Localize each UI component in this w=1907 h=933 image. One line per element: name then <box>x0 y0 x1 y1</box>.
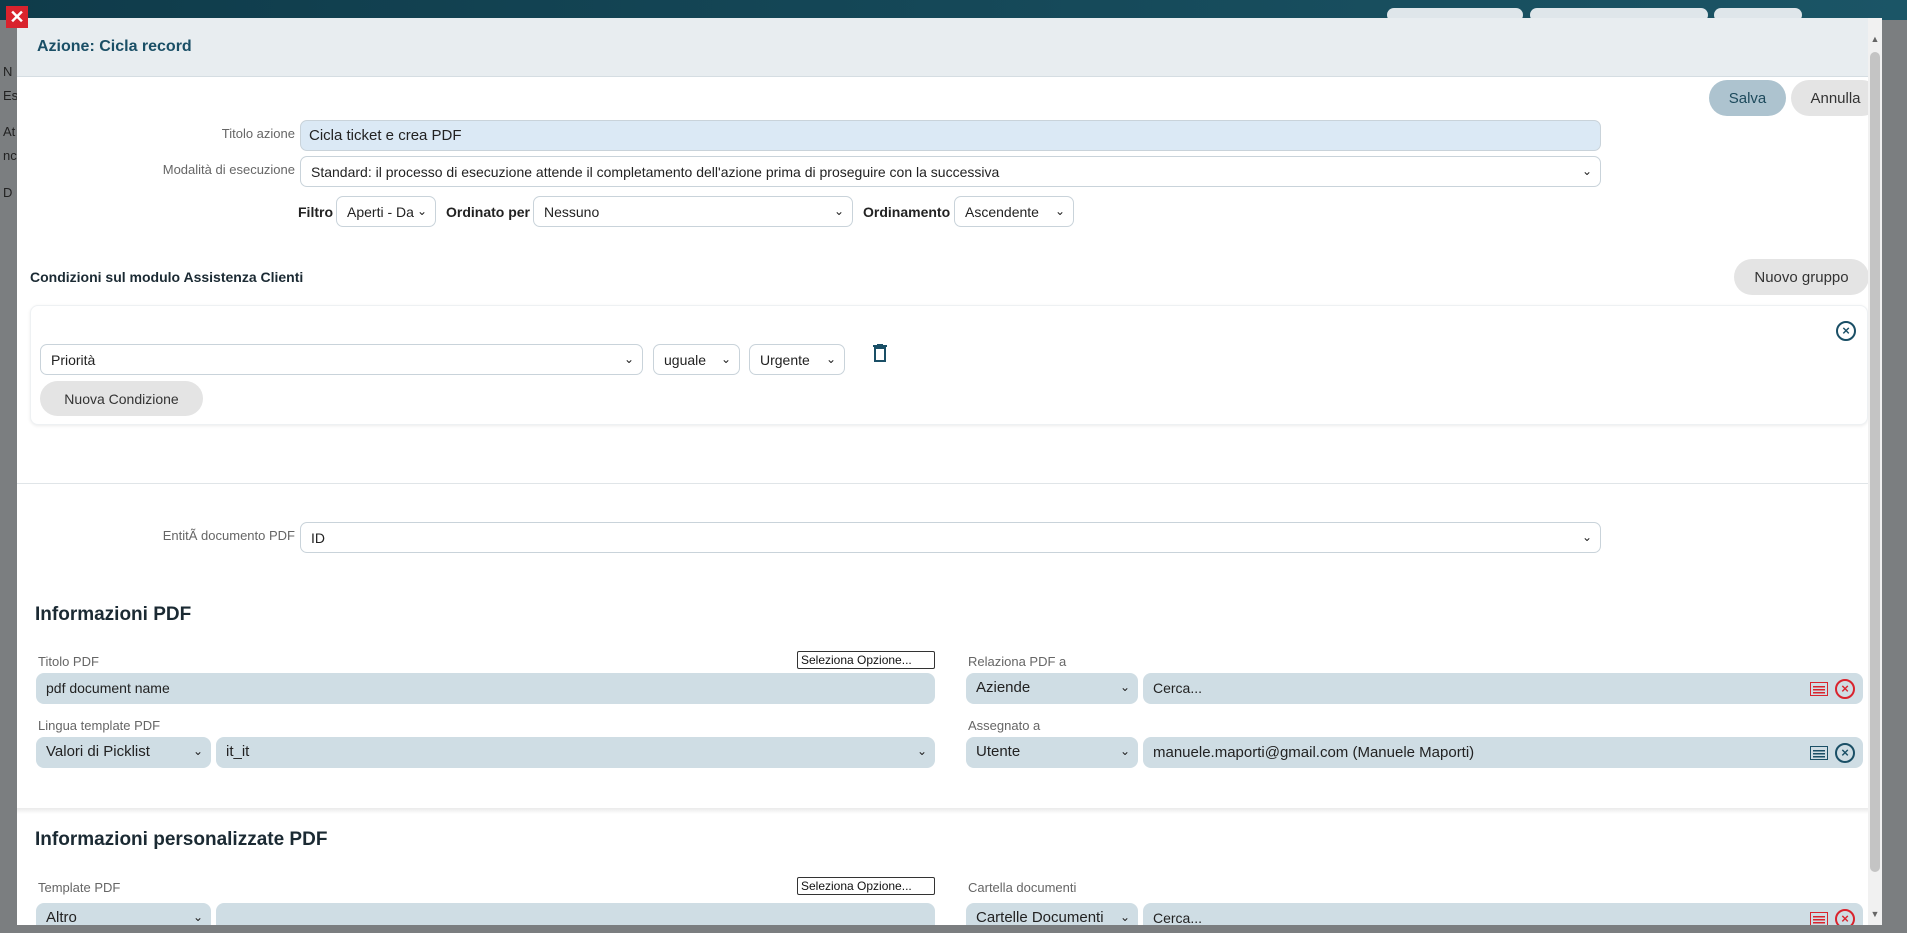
entity-label: EntitÃ documento PDF <box>162 528 295 543</box>
chevron-down-icon: ⌄ <box>1581 164 1592 178</box>
template-source-select[interactable]: Altro ⌄ <box>36 903 211 925</box>
condition-value-select[interactable]: Urgente ⌄ <box>749 344 845 375</box>
background-text: N <box>3 64 13 79</box>
close-icon[interactable]: ✕ <box>6 6 28 28</box>
modal-scrollbar[interactable]: ▲ ▼ <box>1868 18 1882 925</box>
relate-search-input[interactable]: Cerca... <box>1143 673 1863 704</box>
sort-value: Ascendente <box>965 204 1039 220</box>
scroll-down-icon[interactable]: ▼ <box>1870 909 1880 919</box>
pdf-template-option-select[interactable]: Seleziona Opzione... <box>797 877 935 895</box>
assigned-user-value: manuele.maporti@gmail.com (Manuele Mapor… <box>1153 744 1475 761</box>
folder-search-placeholder: Cerca... <box>1153 910 1203 925</box>
list-icon[interactable] <box>1810 746 1828 760</box>
template-input[interactable] <box>216 903 935 925</box>
section-separator <box>17 808 1882 814</box>
pdf-template-option-value: Seleziona Opzione... <box>801 879 912 893</box>
chevron-down-icon: ⌄ <box>833 204 844 218</box>
clear-relate-icon[interactable]: × <box>1835 679 1855 699</box>
list-icon[interactable] <box>1810 682 1828 696</box>
chevron-down-icon: ⌄ <box>916 744 927 758</box>
clear-assigned-icon[interactable]: × <box>1835 743 1855 763</box>
condition-field-select[interactable]: Priorità ⌄ <box>40 344 643 375</box>
condition-operator-select[interactable]: uguale ⌄ <box>653 344 740 375</box>
sort-label: Ordinamento <box>863 204 951 220</box>
scrollbar-thumb[interactable] <box>1870 52 1880 872</box>
folder-search-input[interactable]: Cerca... <box>1143 903 1863 925</box>
pdf-title-input[interactable]: pdf document name <box>36 673 935 704</box>
chevron-down-icon: ⌄ <box>416 204 427 218</box>
order-by-select[interactable]: Nessuno ⌄ <box>533 196 853 227</box>
chevron-down-icon: ⌄ <box>1581 530 1592 544</box>
background-text: D <box>3 185 13 200</box>
condition-operator-value: uguale <box>664 352 707 368</box>
order-by-label: Ordinato per <box>446 204 531 220</box>
chevron-down-icon: ⌄ <box>192 744 203 758</box>
chevron-down-icon: ⌄ <box>1119 744 1130 758</box>
folder-module-select[interactable]: Cartelle Documenti ⌄ <box>966 903 1138 925</box>
remove-group-icon[interactable]: × <box>1836 321 1856 341</box>
conditions-title: Condizioni sul modulo Assistenza Clienti <box>30 269 304 285</box>
filter-label: Filtro <box>298 204 333 220</box>
assigned-to-label: Assegnato a <box>968 718 1041 733</box>
filter-value: Aperti - Da <box>347 204 414 220</box>
condition-value-value: Urgente <box>760 352 810 368</box>
new-condition-button[interactable]: Nuova Condizione <box>40 381 203 416</box>
background-topbar <box>0 0 1907 22</box>
language-value: it_it <box>226 743 250 760</box>
pdf-title-label: Titolo PDF <box>38 654 99 669</box>
sort-select[interactable]: Ascendente ⌄ <box>954 196 1074 227</box>
background-text: Es <box>3 88 19 103</box>
folder-module-value: Cartelle Documenti <box>976 909 1104 925</box>
modal-header: Azione: Cicla record <box>17 18 1882 77</box>
pdf-custom-title: Informazioni personalizzate PDF <box>35 829 328 850</box>
action-title-label: Titolo azione <box>221 126 295 141</box>
template-source-value: Altro <box>46 909 77 925</box>
relate-search-placeholder: Cerca... <box>1153 680 1203 696</box>
execution-mode-value: Standard: il processo di esecuzione atte… <box>311 164 1000 180</box>
condition-field-value: Priorità <box>51 352 96 368</box>
scroll-up-icon[interactable]: ▲ <box>1870 34 1880 44</box>
order-by-value: Nessuno <box>544 204 600 220</box>
cancel-button[interactable]: Annulla <box>1791 80 1880 116</box>
language-value-select[interactable]: it_it ⌄ <box>216 737 935 768</box>
relate-module-select[interactable]: Aziende ⌄ <box>966 673 1138 704</box>
action-modal: Azione: Cicla record Salva Annulla Titol… <box>17 18 1882 925</box>
pdf-title-option-select[interactable]: Seleziona Opzione... <box>797 651 935 669</box>
chevron-down-icon: ⌄ <box>192 910 203 924</box>
modal-title: Azione: Cicla record <box>37 38 192 55</box>
document-folder-label: Cartella documenti <box>968 880 1077 895</box>
pdf-language-label: Lingua template PDF <box>38 718 161 733</box>
trash-icon[interactable] <box>873 344 887 362</box>
assigned-user-input[interactable]: manuele.maporti@gmail.com (Manuele Mapor… <box>1143 737 1863 768</box>
condition-group: × Priorità ⌄ uguale ⌄ Urgente ⌄ Nuova Co… <box>30 305 1868 425</box>
save-button[interactable]: Salva <box>1709 80 1786 116</box>
assigned-type-value: Utente <box>976 743 1021 760</box>
chevron-down-icon: ⌄ <box>1054 204 1065 218</box>
relate-pdf-label: Relaziona PDF a <box>968 654 1067 669</box>
pdf-title-option-value: Seleziona Opzione... <box>801 653 912 667</box>
pdf-info-title: Informazioni PDF <box>35 604 192 625</box>
language-source-select[interactable]: Valori di Picklist ⌄ <box>36 737 211 768</box>
entity-select[interactable]: ID ⌄ <box>300 522 1601 553</box>
chevron-down-icon: ⌄ <box>623 352 634 366</box>
background-text: At <box>3 124 16 139</box>
execution-mode-select[interactable]: Standard: il processo di esecuzione atte… <box>300 156 1601 187</box>
chevron-down-icon: ⌄ <box>720 352 731 366</box>
execution-mode-label: Modalità di esecuzione <box>162 162 295 177</box>
background-text: nc <box>3 148 17 163</box>
relate-module-value: Aziende <box>976 679 1031 696</box>
section-divider <box>17 483 1882 484</box>
filter-select[interactable]: Aperti - Da ⌄ <box>336 196 436 227</box>
list-icon[interactable] <box>1810 912 1828 925</box>
entity-value: ID <box>311 530 325 546</box>
chevron-down-icon: ⌄ <box>1119 910 1130 924</box>
language-source-value: Valori di Picklist <box>46 743 150 760</box>
assigned-type-select[interactable]: Utente ⌄ <box>966 737 1138 768</box>
action-title-input[interactable]: Cicla ticket e crea PDF <box>300 120 1601 151</box>
chevron-down-icon: ⌄ <box>1119 680 1130 694</box>
new-group-button[interactable]: Nuovo gruppo <box>1734 259 1869 295</box>
clear-folder-icon[interactable]: × <box>1835 909 1855 925</box>
chevron-down-icon: ⌄ <box>825 352 836 366</box>
pdf-template-label: Template PDF <box>38 880 121 895</box>
